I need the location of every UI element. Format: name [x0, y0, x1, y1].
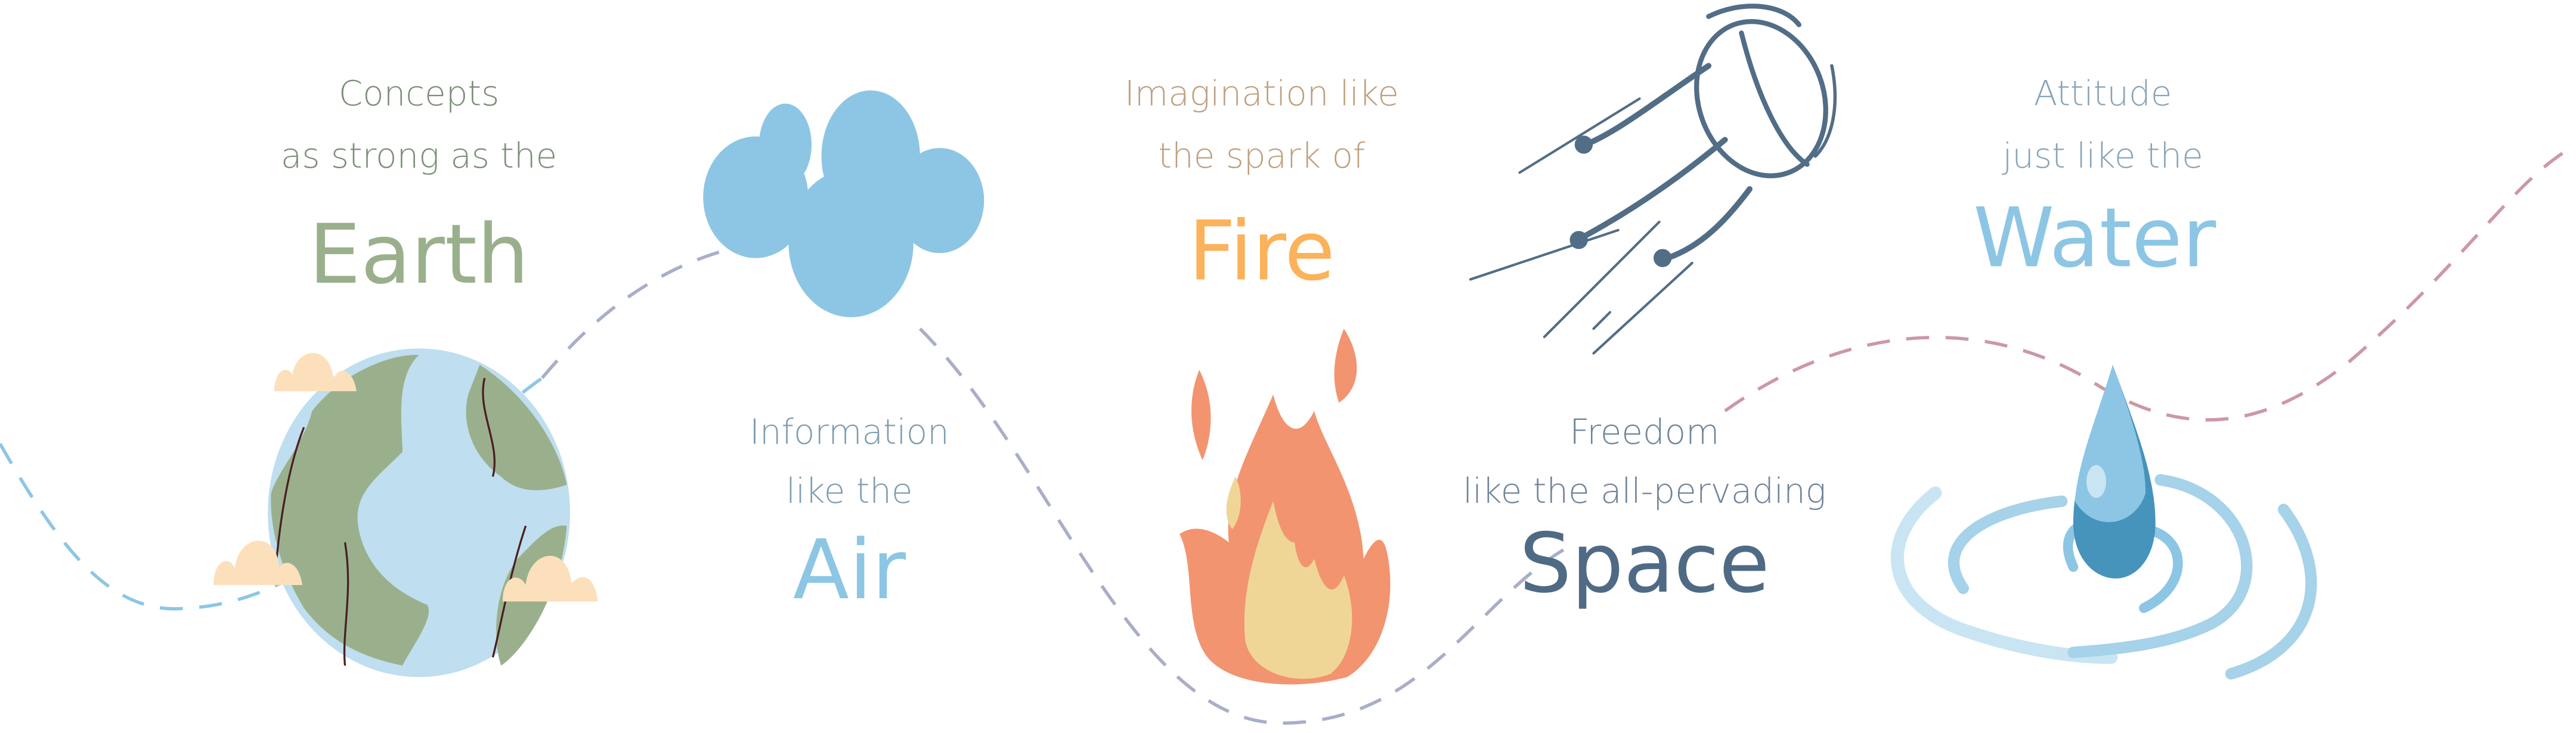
- water-caption: Attitude just like the Water: [1973, 73, 2216, 286]
- earth-line2: as strong as the: [281, 135, 557, 176]
- air-line2: like the: [786, 471, 912, 511]
- fire-line2: the spark of: [1158, 135, 1366, 176]
- air-caption: Information like the Air: [750, 412, 949, 618]
- water-word: Water: [1973, 190, 2216, 286]
- cloud-icon: [703, 90, 984, 317]
- satellite-icon: [1469, 4, 1837, 355]
- earth-caption: Concepts as strong as the Earth: [281, 73, 557, 302]
- space-caption: Freedom like the all-pervading Space: [1463, 412, 1826, 611]
- air-word: Air: [793, 522, 906, 618]
- globe-icon: [268, 348, 571, 678]
- fire-word: Fire: [1188, 203, 1335, 299]
- air-line1: Information: [750, 412, 949, 452]
- space-line1: Freedom: [1569, 412, 1719, 452]
- fire-line1: Imagination like: [1125, 73, 1399, 113]
- water-line2: just like the: [2001, 135, 2203, 176]
- dashed-path-lilac: [541, 236, 1578, 725]
- fire-caption: Imagination like the spark of Fire: [1125, 73, 1399, 299]
- earth-line1: Concepts: [339, 73, 499, 113]
- five-elements-infographic: Concepts as strong as the Earth Informat…: [0, 4, 2572, 725]
- space-line2: like the all-pervading: [1463, 471, 1826, 511]
- space-word: Space: [1519, 516, 1770, 611]
- earth-word: Earth: [309, 207, 529, 302]
- water-drop-icon: [1890, 364, 2317, 680]
- water-line1: Attitude: [2034, 73, 2172, 113]
- flame-icon: [1179, 329, 1391, 685]
